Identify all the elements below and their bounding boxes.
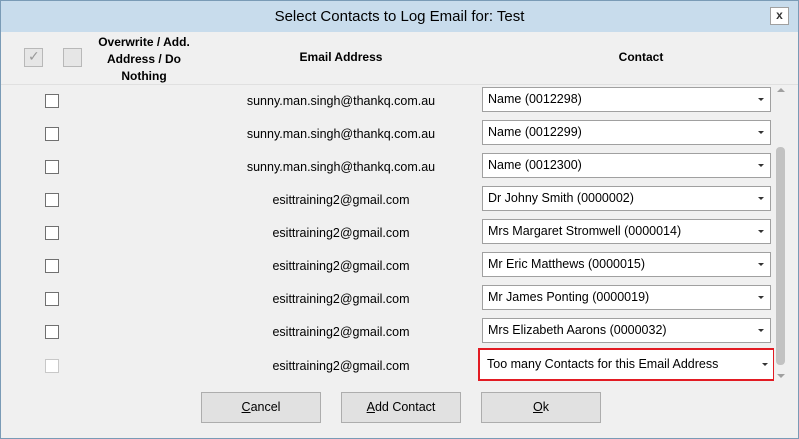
email-address: esittraining2@gmail.com (272, 226, 410, 240)
contact-dropdown-value: Dr Johny Smith (0000002) (488, 191, 634, 205)
email-address: esittraining2@gmail.com (272, 359, 410, 373)
contact-dropdown-value: Mr James Ponting (0000019) (488, 290, 650, 304)
chevron-down-icon (758, 296, 764, 299)
email-address: esittraining2@gmail.com (272, 325, 410, 339)
contact-dropdown-value: Name (0012300) (488, 158, 582, 172)
chevron-down-icon (758, 230, 764, 233)
email-address: sunny.man.singh@thankq.com.au (246, 127, 436, 141)
contact-column-header: Contact (618, 50, 664, 64)
contact-dropdown[interactable]: Name (0012299) (482, 120, 771, 145)
overwrite-checkbox-disabled (45, 359, 59, 373)
table-row: esittraining2@gmail.com Mr James Ponting… (1, 283, 771, 316)
email-address: sunny.man.singh@thankq.com.au (246, 160, 436, 174)
chevron-down-icon (758, 329, 764, 332)
overwrite-checkbox[interactable] (45, 259, 59, 273)
chevron-down-icon (758, 164, 764, 167)
contact-dropdown[interactable]: Name (0012300) (482, 153, 771, 178)
contact-dropdown-value: Too many Contacts for this Email Address (487, 357, 719, 371)
scroll-up-icon[interactable] (777, 88, 785, 92)
overwrite-checkbox[interactable] (45, 94, 59, 108)
close-button[interactable]: x (770, 7, 789, 25)
dialog-window: Select Contacts to Log Email for: Test x… (0, 0, 799, 439)
contact-dropdown-value: Mrs Elizabeth Aarons (0000032) (488, 323, 667, 337)
cancel-mnemonic: C (241, 400, 251, 414)
ok-label: k (542, 400, 549, 414)
table-row: sunny.man.singh@thankq.com.au Name (0012… (1, 85, 771, 118)
overwrite-checkbox[interactable] (45, 292, 59, 306)
contact-dropdown-value: Name (0012299) (488, 125, 582, 139)
chevron-down-icon (758, 263, 764, 266)
add-contact-mnemonic: A (366, 400, 375, 414)
contact-dropdown-value: Mrs Margaret Stromwell (0000014) (488, 224, 682, 238)
email-address: esittraining2@gmail.com (272, 193, 410, 207)
column-header: Overwrite / Add. Address / Do Nothing Em… (1, 32, 798, 85)
email-address: esittraining2@gmail.com (272, 292, 410, 306)
select-all-checkbox[interactable] (24, 48, 43, 67)
chevron-down-icon (758, 131, 764, 134)
contact-dropdown-highlighted[interactable]: Too many Contacts for this Email Address (478, 348, 775, 381)
table-row: esittraining2@gmail.com Mr Eric Matthews… (1, 250, 771, 283)
table-row: esittraining2@gmail.com Mrs Margaret Str… (1, 217, 771, 250)
title-bar: Select Contacts to Log Email for: Test x (1, 1, 798, 32)
chevron-down-icon (758, 197, 764, 200)
email-column-header: Email Address (299, 50, 383, 64)
cancel-button[interactable]: Cancel (201, 392, 321, 423)
table-row: esittraining2@gmail.com Too many Contact… (1, 348, 775, 383)
add-contact-label: dd Contact (374, 400, 436, 414)
overwrite-checkbox[interactable] (45, 325, 59, 339)
overwrite-checkbox[interactable] (45, 193, 59, 207)
email-address: esittraining2@gmail.com (272, 259, 410, 273)
table-row: esittraining2@gmail.com Mrs Elizabeth Aa… (1, 316, 771, 349)
table-row: esittraining2@gmail.com Dr Johny Smith (… (1, 184, 771, 217)
table-row: sunny.man.singh@thankq.com.au Name (0012… (1, 118, 771, 151)
scroll-thumb[interactable] (776, 147, 785, 365)
add-contact-button[interactable]: Add Contact (341, 392, 461, 423)
contact-dropdown-value: Mr Eric Matthews (0000015) (488, 257, 646, 271)
ok-button[interactable]: Ok (481, 392, 601, 423)
ok-mnemonic: O (533, 400, 543, 414)
deselect-all-checkbox[interactable] (63, 48, 82, 67)
overwrite-checkbox[interactable] (45, 160, 59, 174)
contact-dropdown[interactable]: Dr Johny Smith (0000002) (482, 186, 771, 211)
contact-dropdown[interactable]: Mrs Elizabeth Aarons (0000032) (482, 318, 771, 343)
contact-dropdown[interactable]: Name (0012298) (482, 87, 771, 112)
contact-dropdown[interactable]: Mr James Ponting (0000019) (482, 285, 771, 310)
email-address: sunny.man.singh@thankq.com.au (246, 94, 436, 108)
contact-dropdown-value: Name (0012298) (488, 92, 582, 106)
overwrite-checkbox[interactable] (45, 127, 59, 141)
vertical-scrollbar[interactable] (774, 85, 791, 381)
table-row: sunny.man.singh@thankq.com.au Name (0012… (1, 151, 771, 184)
overwrite-checkbox[interactable] (45, 226, 59, 240)
window-title: Select Contacts to Log Email for: Test (274, 8, 525, 25)
scroll-down-icon[interactable] (777, 374, 785, 378)
contact-dropdown[interactable]: Mr Eric Matthews (0000015) (482, 252, 771, 277)
chevron-down-icon (758, 98, 764, 101)
chevron-down-icon (762, 363, 768, 366)
contact-dropdown[interactable]: Mrs Margaret Stromwell (0000014) (482, 219, 771, 244)
overwrite-column-header: Overwrite / Add. Address / Do Nothing (98, 35, 190, 83)
cancel-label: ancel (250, 400, 281, 414)
